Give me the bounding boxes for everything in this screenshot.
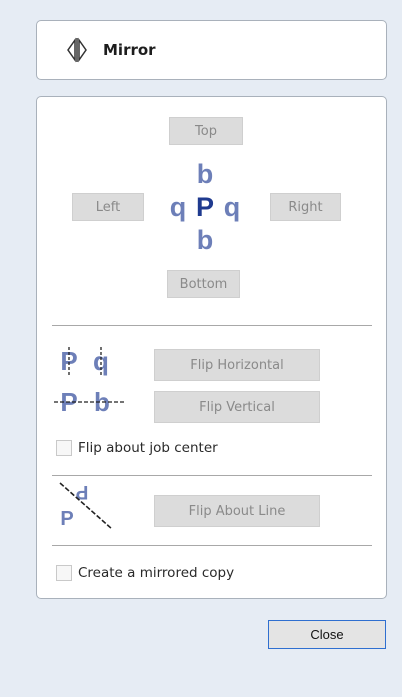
- svg-text:q: q: [170, 192, 187, 222]
- flip-about-line-icon: P P: [59, 481, 113, 530]
- left-button[interactable]: Left: [72, 193, 144, 221]
- title-panel: Mirror: [36, 20, 387, 80]
- right-button[interactable]: Right: [270, 193, 341, 221]
- svg-text:q: q: [224, 192, 241, 222]
- flip-job-center-row[interactable]: Flip about job center: [56, 440, 218, 456]
- flip-job-center-label: Flip about job center: [78, 440, 218, 456]
- section-divider: [52, 475, 372, 476]
- mirrored-copy-checkbox[interactable]: [56, 565, 72, 581]
- mirrored-copy-label: Create a mirrored copy: [78, 565, 235, 581]
- mirror-icon: [67, 37, 87, 63]
- svg-text:P: P: [60, 346, 77, 376]
- flip-horizontal-button[interactable]: Flip Horizontal: [154, 349, 320, 381]
- svg-text:b: b: [197, 225, 214, 255]
- mirror-preview-icon: b q P q b: [170, 161, 241, 255]
- flip-job-center-checkbox[interactable]: [56, 440, 72, 456]
- flip-horizontal-icon: P q: [60, 346, 109, 376]
- main-panel: Top Left Right Bottom b q P q b P q Flip…: [36, 96, 387, 599]
- svg-text:P: P: [196, 192, 214, 222]
- svg-text:P: P: [60, 508, 73, 530]
- mirrored-copy-row[interactable]: Create a mirrored copy: [56, 565, 234, 581]
- page-title: Mirror: [103, 41, 156, 59]
- section-divider: [52, 545, 372, 546]
- flip-about-line-button[interactable]: Flip About Line: [154, 495, 320, 527]
- section-divider: [52, 325, 372, 326]
- bottom-button[interactable]: Bottom: [167, 270, 240, 298]
- flip-vertical-button[interactable]: Flip Vertical: [154, 391, 320, 423]
- top-button[interactable]: Top: [169, 117, 243, 145]
- svg-text:q: q: [93, 346, 109, 376]
- flip-vertical-icon: P b: [54, 387, 124, 417]
- close-button[interactable]: Close: [268, 620, 386, 649]
- svg-text:b: b: [197, 161, 214, 189]
